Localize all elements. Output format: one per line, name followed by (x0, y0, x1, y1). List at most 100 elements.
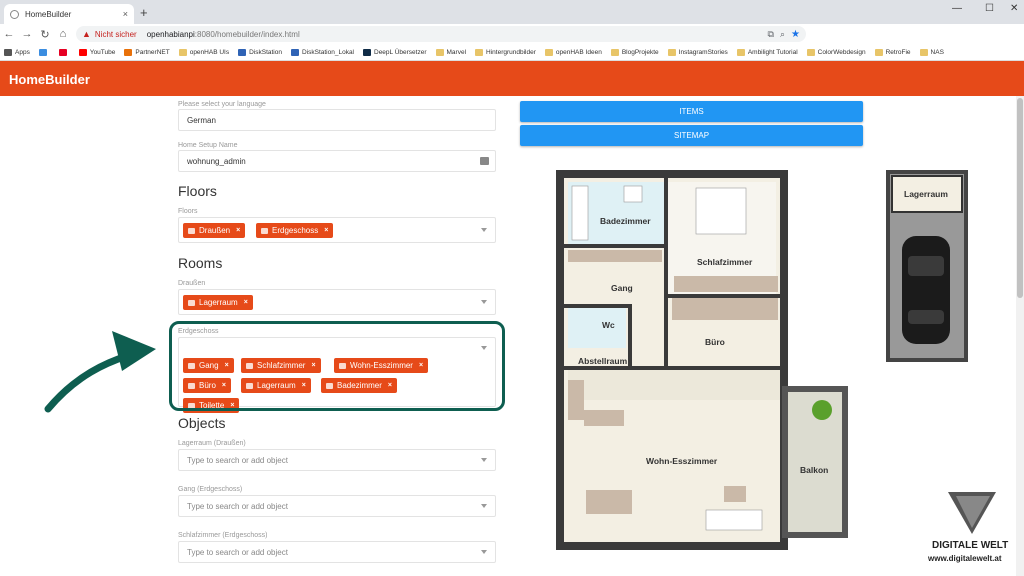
zoom-icon[interactable]: ⌕ (780, 29, 785, 40)
object-search-input[interactable]: Type to search or add object (178, 495, 496, 517)
floors-multiselect[interactable]: Draußen × Erdgeschoss × (178, 217, 496, 243)
items-button[interactable]: ITEMS (520, 101, 863, 122)
bookmark-label: NAS (930, 48, 944, 56)
bookmark-star-icon[interactable]: ★ (791, 29, 800, 40)
language-value: German (187, 116, 216, 125)
back-icon[interactable]: ← (0, 28, 18, 40)
brand-name: DIGITALE WELT (932, 540, 1009, 551)
url-host: openhabianpi (146, 29, 195, 39)
bookmark-item[interactable]: DiskStation (238, 48, 282, 56)
bookmark-item[interactable]: ColorWebdesign (806, 48, 866, 56)
security-label[interactable]: Nicht sicher (95, 30, 137, 39)
app-title: HomeBuilder (9, 72, 90, 87)
chip-remove-icon[interactable]: × (244, 299, 248, 306)
bookmark-item[interactable]: DeepL Übersetzer (363, 48, 427, 56)
bookmark-icon (610, 48, 619, 56)
chip-label: Draußen (199, 226, 231, 235)
bookmark-icon (475, 48, 484, 56)
chevron-down-icon[interactable] (481, 228, 487, 232)
sitemap-button[interactable]: SITEMAP (520, 125, 863, 146)
bookmark-item[interactable]: BlogProjekte (610, 48, 659, 56)
floors-heading: Floors (178, 183, 217, 199)
setup-name-value: wohnung_admin (187, 157, 246, 166)
chip-tools-icon (188, 299, 195, 306)
bookmark-item[interactable]: Hintergrundbilder (475, 48, 536, 56)
digitale-welt-logo (948, 492, 996, 534)
bookmark-icon (78, 48, 87, 56)
bookmark-label: DeepL Übersetzer (374, 48, 427, 56)
forward-icon[interactable]: → (18, 28, 36, 40)
address-bar[interactable]: ▲ Nicht sicher openhabianpi:8080/homebui… (76, 26, 806, 42)
chip-remove-icon[interactable]: × (324, 227, 328, 234)
new-tab-button[interactable]: + (140, 5, 148, 20)
bookmark-item[interactable]: YouTube (78, 48, 116, 56)
bookmark-icon (806, 48, 815, 56)
bookmark-icon (58, 48, 67, 56)
bookmark-item[interactable]: InstagramStories (667, 48, 728, 56)
close-window-icon[interactable]: ✕ (1010, 3, 1018, 14)
room-label: Gang (611, 283, 633, 293)
bookmark-item[interactable]: Marvel (435, 48, 466, 56)
maximize-icon[interactable]: ☐ (985, 3, 994, 14)
brand-url: www.digitalewelt.at (928, 554, 1002, 563)
bookmark-icon (178, 48, 187, 56)
page-scrollbar[interactable] (1016, 96, 1024, 576)
bookmark-item[interactable]: DiskStation_Lokal (290, 48, 354, 56)
minimize-icon[interactable]: — (952, 3, 962, 14)
objects-heading: Objects (178, 415, 226, 431)
chip-remove-icon[interactable]: × (236, 227, 240, 234)
bookmark-item[interactable]: PartnerNET (124, 48, 170, 56)
chevron-down-icon[interactable] (481, 550, 487, 554)
browser-tab[interactable]: HomeBuilder × (4, 4, 134, 24)
room-label: Wohn-Esszimmer (646, 456, 718, 466)
object-field-label: Lagerraum (Draußen) (178, 440, 246, 447)
room-chip[interactable]: Erdgeschoss × (256, 223, 334, 238)
home-icon[interactable]: ⌂ (54, 28, 72, 40)
keyboard-icon (480, 157, 489, 165)
tab-close-icon[interactable]: × (123, 9, 128, 19)
bookmark-item[interactable]: Ambilight Tutorial (736, 48, 798, 56)
chevron-down-icon[interactable] (481, 504, 487, 508)
bookmark-icon (736, 48, 745, 56)
tab-title: HomeBuilder (25, 9, 72, 19)
room-label: Lagerraum (904, 189, 948, 199)
object-search-input[interactable]: Type to search or add object (178, 541, 496, 563)
bookmark-item[interactable]: openHAB UIs (178, 48, 229, 56)
room-label: Büro (705, 337, 725, 347)
bookmark-item[interactable] (58, 48, 70, 56)
reload-icon[interactable]: ↻ (36, 28, 54, 41)
rooms-heading: Rooms (178, 255, 223, 271)
translate-icon[interactable]: ⧉ (768, 29, 774, 40)
chip-label: Lagerraum (199, 298, 238, 307)
bookmark-item[interactable]: RetroFie (874, 48, 911, 56)
bookmark-item[interactable]: NAS (919, 48, 944, 56)
object-search-input[interactable]: Type to search or add object (178, 449, 496, 471)
bookmark-item[interactable]: openHAB Ideen (544, 48, 602, 56)
language-select[interactable]: German (178, 109, 496, 131)
bookmark-label: Apps (15, 48, 30, 56)
bookmark-icon (238, 48, 247, 56)
object-search-placeholder: Type to search or add object (187, 502, 288, 511)
bookmark-label: YouTube (89, 48, 116, 56)
draussen-rooms-label: Draußen (178, 280, 206, 287)
chevron-down-icon[interactable] (481, 300, 487, 304)
bookmark-label: openHAB Ideen (555, 48, 602, 56)
bookmarks-bar: Apps YouTube PartnerNET openHAB UIs DiskStat… (0, 44, 1024, 61)
room-label: Schlafzimmer (697, 257, 753, 267)
bookmark-item[interactable] (38, 48, 50, 56)
room-label: Abstellraum (578, 356, 628, 366)
floors-label: Floors (178, 208, 198, 215)
setup-name-input[interactable]: wohnung_admin (178, 150, 496, 172)
bookmark-item[interactable]: Apps (4, 48, 30, 56)
arrow-icon (44, 331, 156, 413)
room-label: Wc (602, 320, 615, 330)
room-chip[interactable]: Lagerraum × (183, 295, 253, 310)
scrollbar-thumb[interactable] (1017, 98, 1023, 298)
room-chip[interactable]: Draußen × (183, 223, 246, 238)
chevron-down-icon[interactable] (481, 458, 487, 462)
draussen-rooms-multiselect[interactable]: Lagerraum × (178, 289, 496, 315)
warning-icon: ▲ (82, 29, 91, 39)
bookmark-icon (290, 48, 299, 56)
app-header: HomeBuilder (0, 61, 1024, 96)
bookmark-icon (544, 48, 553, 56)
